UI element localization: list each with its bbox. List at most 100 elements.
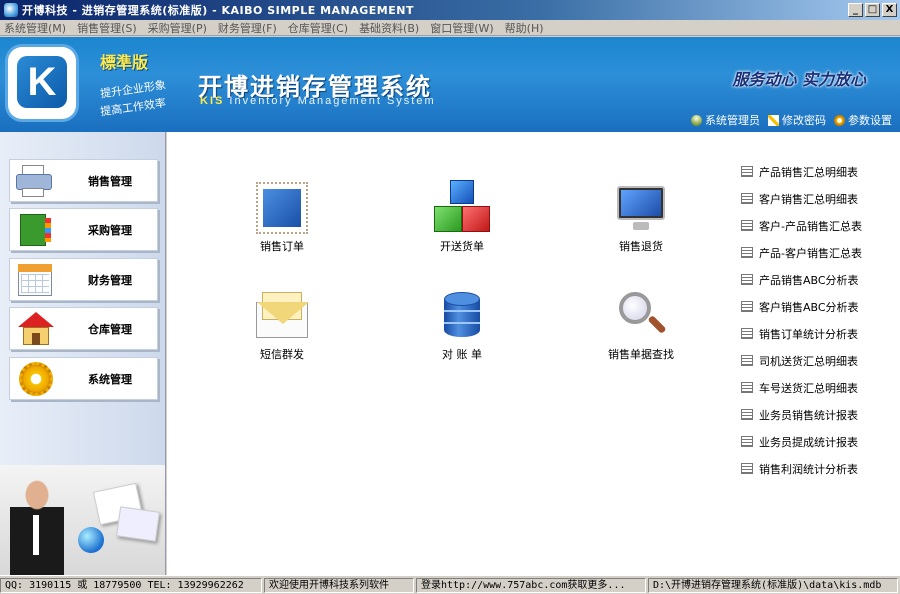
menu-basic-data[interactable]: 基础资料(B) (359, 20, 419, 36)
sidebar-item-purchase[interactable]: 采购管理 (9, 208, 158, 251)
report-icon (741, 301, 753, 312)
window-controls: _ □ X (848, 3, 897, 17)
status-db-path: D:\开博进销存管理系统(标准版)\data\kis.mdb (648, 577, 898, 593)
tile-sales-order[interactable]: 销售订单 (227, 180, 337, 254)
report-label: 产品销售汇总明细表 (759, 165, 858, 179)
menu-system[interactable]: 系统管理(M) (4, 20, 66, 36)
tile-statement[interactable]: 对 账 单 (407, 288, 517, 362)
menu-purchase[interactable]: 采购管理(P) (148, 20, 207, 36)
app-icon (4, 3, 18, 17)
report-icon (741, 247, 753, 258)
report-item[interactable]: 司机送货汇总明细表 (741, 347, 891, 374)
sidebar-item-label: 仓库管理 (88, 322, 132, 336)
subtitle-text: Inventory Management System (224, 95, 436, 107)
menu-bar: 系统管理(M) 销售管理(S) 采购管理(P) 财务管理(F) 仓库管理(C) … (0, 20, 900, 36)
logo: K (8, 43, 78, 123)
sidebar-item-system[interactable]: 系统管理 (9, 357, 158, 400)
menu-sales[interactable]: 销售管理(S) (77, 20, 137, 36)
menu-warehouse[interactable]: 仓库管理(C) (288, 20, 348, 36)
printer-icon (16, 163, 56, 199)
app-subtitle: KIS Inventory Management System (200, 95, 436, 107)
status-welcome: 欢迎使用开博科技系列软件 (264, 577, 414, 593)
sidebar-item-finance[interactable]: 财务管理 (9, 258, 158, 301)
settings-label: 参数设置 (848, 114, 892, 127)
title-bar: 开博科技 - 进销存管理系统(标准版) - KAIBO SIMPLE MANAG… (0, 0, 900, 20)
report-item[interactable]: 客户销售ABC分析表 (741, 293, 891, 320)
report-label: 产品-客户销售汇总表 (759, 246, 862, 260)
report-icon (741, 355, 753, 366)
globe-icon (78, 527, 104, 553)
tile-label: 销售单据查找 (608, 348, 674, 361)
report-item[interactable]: 产品-客户销售汇总表 (741, 239, 891, 266)
main-panel: 销售订单 开送货单 销售退货 短信群发 对 账 单 销售单据查找 产品销售汇总明… (167, 132, 900, 575)
status-website: 登录http://www.757abc.com获取更多... (416, 577, 646, 593)
change-password-link[interactable]: 修改密码 (768, 112, 826, 128)
report-item[interactable]: 客户-产品销售汇总表 (741, 212, 891, 239)
report-item[interactable]: 产品销售汇总明细表 (741, 158, 891, 185)
shirt-detail (33, 515, 39, 555)
report-icon (741, 382, 753, 393)
tile-delivery-note[interactable]: 开送货单 (407, 180, 517, 254)
tile-sales-return[interactable]: 销售退货 (586, 180, 696, 254)
report-item[interactable]: 销售利润统计分析表 (741, 455, 891, 482)
report-label: 司机送货汇总明细表 (759, 354, 858, 368)
report-icon (741, 274, 753, 285)
minimize-button[interactable]: _ (848, 3, 863, 17)
sidebar-item-sales[interactable]: 销售管理 (9, 159, 158, 202)
menu-window[interactable]: 窗口管理(W) (430, 20, 493, 36)
report-label: 客户-产品销售汇总表 (759, 219, 862, 233)
report-list: 产品销售汇总明细表 客户销售汇总明细表 客户-产品销售汇总表 产品-客户销售汇总… (741, 158, 891, 482)
sales-order-icon (254, 180, 310, 236)
settings-link[interactable]: 参数设置 (834, 112, 892, 128)
sidebar-item-label: 销售管理 (88, 174, 132, 188)
tile-label: 对 账 单 (442, 348, 482, 361)
maximize-button[interactable]: □ (865, 3, 880, 17)
magnifier-icon (613, 288, 669, 344)
report-item[interactable]: 业务员提成统计报表 (741, 428, 891, 455)
settings-icon (834, 114, 845, 126)
tile-label: 开送货单 (440, 240, 484, 253)
menu-help[interactable]: 帮助(H) (505, 20, 544, 36)
report-item[interactable]: 产品销售ABC分析表 (741, 266, 891, 293)
tile-sms-broadcast[interactable]: 短信群发 (227, 288, 337, 362)
current-user-link[interactable]: 系统管理员 (691, 112, 760, 128)
report-label: 销售利润统计分析表 (759, 462, 858, 476)
report-icon (741, 328, 753, 339)
database-icon (434, 288, 490, 344)
monitor-icon (613, 180, 669, 236)
tile-sales-search[interactable]: 销售单据查找 (586, 288, 696, 362)
calendar-icon (16, 262, 56, 298)
report-item[interactable]: 客户销售汇总明细表 (741, 185, 891, 212)
report-icon (741, 463, 753, 474)
close-button[interactable]: X (882, 3, 897, 17)
sidebar-item-warehouse[interactable]: 仓库管理 (9, 307, 158, 350)
user-icon (691, 114, 702, 126)
report-icon (741, 220, 753, 231)
company-motto: 服务动心 实力放心 (732, 70, 866, 89)
menu-finance[interactable]: 财务管理(F) (218, 20, 277, 36)
report-label: 业务员销售统计报表 (759, 408, 858, 422)
cubes-icon (434, 180, 490, 236)
report-icon (741, 193, 753, 204)
report-item[interactable]: 销售订单统计分析表 (741, 320, 891, 347)
subtitle-kis: KIS (200, 95, 225, 107)
photo-card (116, 506, 160, 542)
window-title: 开博科技 - 进销存管理系统(标准版) - KAIBO SIMPLE MANAG… (22, 4, 414, 17)
pencil-icon (768, 114, 779, 126)
report-label: 销售订单统计分析表 (759, 327, 858, 341)
report-label: 车号送货汇总明细表 (759, 381, 858, 395)
tile-label: 短信群发 (260, 348, 304, 361)
sidebar-item-label: 采购管理 (88, 223, 132, 237)
report-icon (741, 436, 753, 447)
report-item[interactable]: 业务员销售统计报表 (741, 401, 891, 428)
tile-label: 销售退货 (619, 240, 663, 253)
report-item[interactable]: 车号送货汇总明细表 (741, 374, 891, 401)
report-label: 客户销售汇总明细表 (759, 192, 858, 206)
gear-icon (16, 361, 56, 397)
report-icon (741, 409, 753, 420)
change-password-label: 修改密码 (782, 114, 826, 127)
house-icon (16, 311, 56, 347)
promo-image (0, 465, 165, 575)
report-icon (741, 166, 753, 177)
edition-label: 標準版 (100, 53, 149, 72)
